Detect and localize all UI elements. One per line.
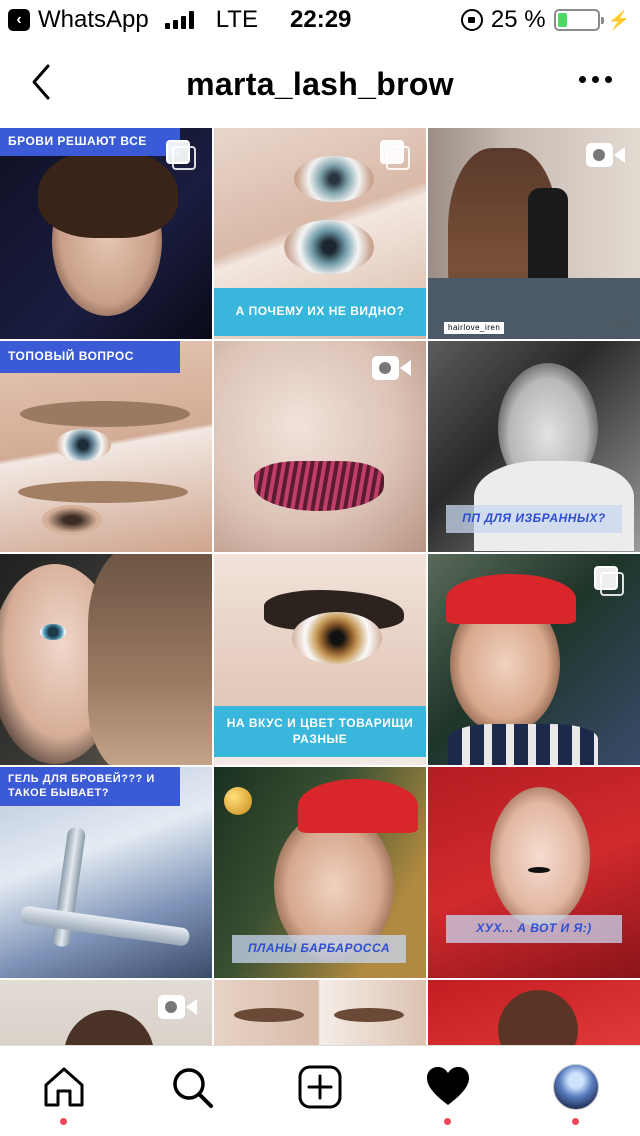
page-title: marta_lash_brow bbox=[186, 65, 454, 102]
post-tile[interactable] bbox=[0, 554, 212, 765]
post-caption: На вкус и цвет товарищи разные bbox=[214, 706, 426, 758]
post-caption: А почему их не видно? bbox=[214, 288, 426, 336]
notification-dot bbox=[444, 1118, 451, 1125]
post-tile[interactable] bbox=[428, 980, 640, 1045]
chevron-left-icon bbox=[32, 64, 50, 100]
video-icon bbox=[158, 992, 198, 1022]
nav-home[interactable] bbox=[38, 1061, 90, 1125]
back-button[interactable] bbox=[24, 60, 60, 104]
post-tile[interactable] bbox=[0, 980, 212, 1045]
charging-icon: ⚡ bbox=[607, 9, 630, 30]
clock: 22:29 bbox=[290, 6, 352, 33]
post-caption: Хух... а вот и я:) bbox=[446, 915, 622, 943]
post-tile[interactable]: Брови решают все bbox=[0, 128, 212, 339]
back-to-app[interactable]: ‹ WhatsApp bbox=[8, 6, 149, 34]
carousel-icon bbox=[594, 566, 626, 596]
more-options-button[interactable] bbox=[575, 70, 616, 89]
back-arrow-icon: ‹ bbox=[8, 9, 30, 31]
rotation-lock-icon bbox=[460, 9, 483, 31]
post-tile[interactable]: Топовый вопрос bbox=[0, 341, 212, 552]
post-tile[interactable] bbox=[214, 980, 426, 1045]
battery-percent: 25 % bbox=[490, 6, 546, 33]
post-tile[interactable]: Планы Барбаросса bbox=[214, 767, 426, 978]
carousel-icon bbox=[380, 140, 412, 170]
post-tile[interactable] bbox=[428, 554, 640, 765]
video-icon bbox=[586, 140, 626, 170]
add-post-icon bbox=[298, 1065, 342, 1109]
profile-avatar bbox=[553, 1064, 599, 1110]
post-caption: ПП для избранных? bbox=[446, 505, 622, 533]
carousel-icon bbox=[166, 140, 198, 170]
battery-icon bbox=[553, 9, 604, 31]
nav-activity[interactable] bbox=[422, 1061, 474, 1125]
profile-header: marta_lash_brow bbox=[0, 40, 640, 128]
post-tile[interactable]: hairlove_iren by P bbox=[428, 128, 640, 339]
post-caption: Гель для бровей??? И такое бывает? bbox=[0, 767, 180, 806]
notification-dot bbox=[60, 1118, 67, 1125]
notification-dot bbox=[572, 1118, 579, 1125]
post-caption: Топовый вопрос bbox=[0, 341, 180, 373]
home-icon bbox=[44, 1067, 84, 1107]
video-icon bbox=[372, 353, 412, 383]
post-tile[interactable] bbox=[214, 341, 426, 552]
watermark: by P bbox=[612, 318, 633, 328]
heart-icon bbox=[427, 1067, 469, 1105]
post-tile[interactable]: На вкус и цвет товарищи разные bbox=[214, 554, 426, 765]
bottom-nav bbox=[0, 1045, 640, 1136]
post-caption: Планы Барбаросса bbox=[232, 935, 406, 963]
battery-fill bbox=[557, 13, 568, 27]
repost-credit: hairlove_iren bbox=[444, 322, 505, 335]
search-icon bbox=[173, 1068, 213, 1108]
post-grid: Брови решают все А почему их не видно? h… bbox=[0, 128, 640, 1045]
post-tile[interactable]: Хух... а вот и я:) bbox=[428, 767, 640, 978]
status-bar: ‹ WhatsApp LTE 22:29 25 % ⚡ bbox=[0, 0, 640, 40]
back-app-label: WhatsApp bbox=[38, 6, 149, 33]
network-type: LTE bbox=[215, 6, 258, 33]
post-caption: Брови решают все bbox=[0, 128, 180, 156]
nav-search[interactable] bbox=[166, 1061, 218, 1113]
nav-profile[interactable] bbox=[550, 1061, 602, 1125]
post-tile[interactable]: ПП для избранных? bbox=[428, 341, 640, 552]
signal-icon bbox=[164, 11, 194, 29]
nav-add-post[interactable] bbox=[294, 1061, 346, 1113]
post-tile[interactable]: Гель для бровей??? И такое бывает? bbox=[0, 767, 212, 978]
post-tile[interactable]: А почему их не видно? bbox=[214, 128, 426, 339]
